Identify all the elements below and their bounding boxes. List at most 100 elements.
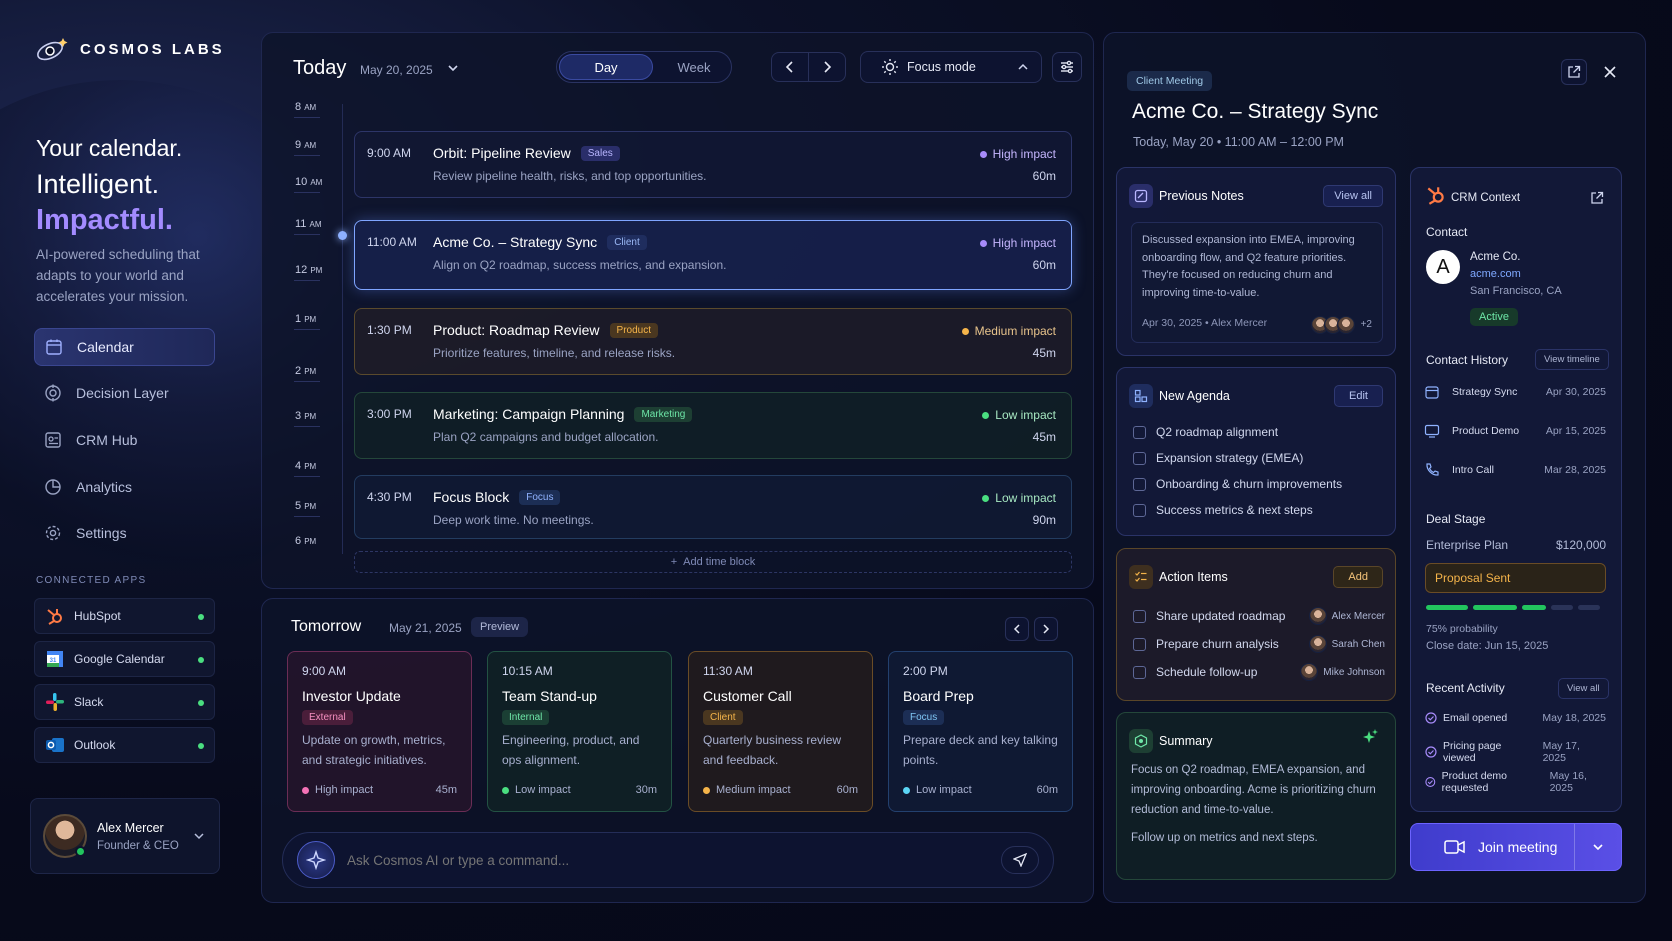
external-link-icon[interactable]	[1590, 191, 1604, 205]
tomorrow-card-customer-call[interactable]: 11:30 AM Customer Call Client Quarterly …	[688, 651, 873, 812]
checkbox[interactable]	[1133, 637, 1146, 651]
company-website-link[interactable]: acme.com	[1470, 268, 1521, 280]
nav-item-decision-layer[interactable]: Decision Layer	[34, 374, 215, 412]
checklist-icon	[1129, 565, 1153, 589]
impact-dot	[982, 411, 990, 419]
event-description: Review pipeline health, risks, and top o…	[433, 169, 707, 183]
nav-item-analytics[interactable]: Analytics	[34, 468, 215, 506]
checkbox[interactable]	[1133, 451, 1146, 465]
next-day-button[interactable]	[808, 52, 846, 82]
checkbox[interactable]	[1133, 609, 1146, 623]
deal-stage-title: Deal Stage	[1426, 512, 1486, 526]
monitor-icon	[1424, 424, 1440, 438]
tab-day[interactable]: Day	[559, 54, 653, 80]
add-action-button[interactable]: Add	[1333, 566, 1383, 588]
avatar	[43, 814, 87, 858]
crm-icon	[45, 432, 61, 448]
pie-chart-icon	[45, 479, 61, 495]
ai-sparkle-button[interactable]	[297, 841, 335, 879]
tomorrow-prev-button[interactable]	[1005, 617, 1029, 641]
nav-item-calendar[interactable]: Calendar	[34, 328, 215, 366]
view-all-activity-button[interactable]: View all	[1558, 678, 1609, 699]
company-name: Acme Co.	[1470, 251, 1521, 263]
app-outlook[interactable]: Outlook	[34, 727, 215, 763]
calendar-icon	[1425, 386, 1439, 399]
hour-label: 11 AM	[295, 218, 322, 230]
event-focus-block[interactable]: 4:30 PM Focus Block Focus Deep work time.…	[354, 475, 1072, 539]
join-options-button[interactable]	[1574, 824, 1621, 870]
event-time: 11:00 AM	[367, 235, 417, 249]
event-duration: 90m	[1032, 513, 1056, 527]
focus-mode-button[interactable]: Focus mode	[860, 51, 1042, 83]
brand-logo: COSMOS LABS	[36, 34, 225, 64]
tab-week[interactable]: Week	[657, 54, 731, 80]
nav-item-crm-hub[interactable]: CRM Hub	[34, 421, 215, 459]
event-pipeline-review[interactable]: 9:00 AM Orbit: Pipeline Review Sales Revi…	[354, 131, 1072, 198]
summary-icon	[1129, 729, 1153, 753]
card-title: Summary	[1159, 734, 1213, 748]
history-item[interactable]: Strategy Sync Apr 30, 2025	[1424, 384, 1606, 400]
date-dropdown-chevron-icon[interactable]	[446, 63, 460, 75]
checkbox[interactable]	[1133, 665, 1146, 679]
nav-label: Calendar	[77, 339, 134, 355]
tomorrow-next-button[interactable]	[1034, 617, 1058, 641]
event-description: Deep work time. No meetings.	[433, 513, 594, 527]
app-hubspot[interactable]: HubSpot	[34, 598, 215, 634]
ai-sparkle-icon	[1363, 729, 1378, 743]
card-tag: External	[302, 710, 353, 725]
tomorrow-card-team-standup[interactable]: 10:15 AM Team Stand-up Internal Engineer…	[487, 651, 672, 812]
command-input[interactable]	[347, 852, 987, 868]
checkbox[interactable]	[1133, 425, 1146, 439]
tomorrow-card-board-prep[interactable]: 2:00 PM Board Prep Focus Prepare deck an…	[888, 651, 1073, 812]
card-title: Board Prep	[903, 688, 974, 704]
slack-icon	[46, 693, 64, 711]
activity-check-icon	[1425, 712, 1437, 724]
agenda-item[interactable]: Success metrics & next steps	[1133, 503, 1313, 517]
prev-day-button[interactable]	[771, 52, 809, 82]
chevron-left-icon	[1013, 624, 1020, 634]
app-slack[interactable]: Slack	[34, 684, 215, 720]
hubspot-icon	[1427, 187, 1444, 205]
view-timeline-button[interactable]: View timeline	[1535, 349, 1609, 370]
user-profile[interactable]: Alex Mercer Founder & CEO	[30, 798, 220, 874]
action-item[interactable]: Share updated roadmap Alex Mercer	[1133, 607, 1385, 625]
deal-stage-select[interactable]: Proposal Sent	[1425, 563, 1606, 593]
checkbox[interactable]	[1133, 503, 1146, 517]
app-google-calendar[interactable]: 31 Google Calendar	[34, 641, 215, 677]
event-campaign-planning[interactable]: 3:00 PM Marketing: Campaign Planning Mark…	[354, 392, 1072, 459]
hour-tick	[294, 155, 320, 156]
chevron-right-icon	[1043, 624, 1050, 634]
add-time-block-button[interactable]: + Add time block	[354, 551, 1072, 573]
hour-label: 9 AM	[295, 139, 317, 151]
command-bar	[282, 832, 1054, 888]
event-title: Marketing: Campaign Planning	[433, 406, 625, 422]
view-all-notes-button[interactable]: View all	[1323, 185, 1383, 207]
event-acme-strategy-sync[interactable]: 11:00 AM Acme Co. – Strategy Sync Client …	[354, 220, 1072, 290]
impact-label: Low impact	[982, 491, 1056, 505]
agenda-item[interactable]: Onboarding & churn improvements	[1133, 477, 1342, 491]
agenda-item[interactable]: Expansion strategy (EMEA)	[1133, 451, 1303, 465]
nav-item-settings[interactable]: Settings	[34, 514, 215, 552]
history-item[interactable]: Product Demo Apr 15, 2025	[1424, 423, 1606, 439]
action-item[interactable]: Prepare churn analysis Sarah Chen	[1133, 635, 1385, 653]
card-tag: Focus	[903, 710, 945, 725]
recent-activity-title: Recent Activity	[1426, 681, 1505, 695]
assignee: Mike Johnson	[1300, 663, 1385, 681]
card-description: Quarterly business review and feedback.	[703, 733, 842, 767]
chevron-down-icon[interactable]	[193, 830, 205, 842]
nav-label: Analytics	[76, 479, 133, 495]
impact-label: Low impact	[502, 784, 571, 796]
event-roadmap-review[interactable]: 1:30 PM Product: Roadmap Review Product P…	[354, 308, 1072, 375]
filter-button[interactable]	[1052, 52, 1082, 82]
action-item[interactable]: Schedule follow-up Mike Johnson	[1133, 663, 1385, 681]
checkbox[interactable]	[1133, 477, 1146, 491]
close-icon[interactable]	[1602, 64, 1618, 80]
open-external-button[interactable]	[1561, 59, 1587, 85]
send-button[interactable]	[1001, 846, 1039, 874]
history-item[interactable]: Intro Call Mar 28, 2025	[1424, 462, 1606, 478]
agenda-item[interactable]: Q2 roadmap alignment	[1133, 425, 1278, 439]
tomorrow-card-investor-update[interactable]: 9:00 AM Investor Update External Update …	[287, 651, 472, 812]
join-meeting-button[interactable]: Join meeting	[1410, 823, 1622, 871]
card-description: Engineering, product, and ops alignment.	[502, 733, 640, 767]
edit-agenda-button[interactable]: Edit	[1334, 385, 1383, 407]
